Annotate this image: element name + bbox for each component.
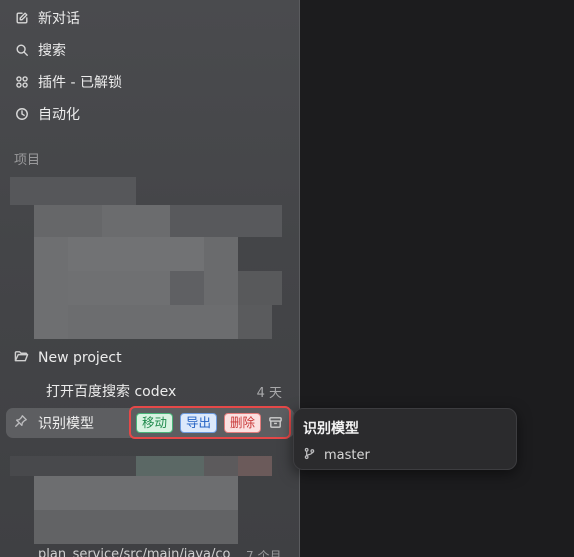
search-label: 搜索 — [38, 43, 66, 59]
plugins-label: 插件 - 已解锁 — [38, 75, 122, 91]
search-button[interactable]: 搜索 — [6, 36, 294, 64]
thread-item[interactable]: 打开百度搜索 codex 4 天 — [6, 377, 294, 405]
plugins-icon — [14, 74, 30, 90]
automation-label: 自动化 — [38, 107, 80, 123]
clock-icon — [14, 106, 30, 122]
new-chat-button[interactable]: 新对话 — [6, 4, 294, 32]
thread-title-clipped: plan_service/src/main/java/co — [38, 547, 231, 557]
new-project-label: New project — [38, 350, 122, 366]
git-branch-icon — [303, 447, 324, 464]
automation-button[interactable]: 自动化 — [6, 100, 294, 128]
projects-section-label: 项目 — [14, 153, 41, 168]
archive-icon[interactable] — [268, 415, 284, 431]
export-button[interactable]: 导出 — [180, 413, 218, 433]
main-area — [300, 0, 574, 557]
new-chat-label: 新对话 — [38, 11, 80, 27]
edit-icon — [14, 10, 30, 26]
search-icon — [14, 42, 30, 58]
folder-icon — [14, 349, 29, 368]
pin-icon[interactable] — [14, 414, 28, 432]
thread-tooltip: 识别模型 master — [293, 408, 517, 470]
sidebar: 新对话 搜索 插件 - 已解锁 自动化 项目 New project 打开百度搜… — [0, 0, 300, 557]
thread-title-active: 识别模型 — [38, 416, 94, 432]
plugins-button[interactable]: 插件 - 已解锁 — [6, 68, 294, 96]
thread-time: 4 天 — [256, 385, 282, 401]
delete-button[interactable]: 删除 — [224, 413, 262, 433]
thread-meta-clipped: 7 个月 — [246, 549, 282, 557]
tooltip-title: 识别模型 — [303, 421, 359, 437]
tooltip-branch: master — [303, 447, 370, 464]
new-project-button[interactable]: New project — [6, 344, 294, 372]
branch-name: master — [324, 448, 370, 463]
thread-title: 打开百度搜索 codex — [46, 384, 177, 400]
move-button[interactable]: 移动 — [136, 413, 174, 433]
